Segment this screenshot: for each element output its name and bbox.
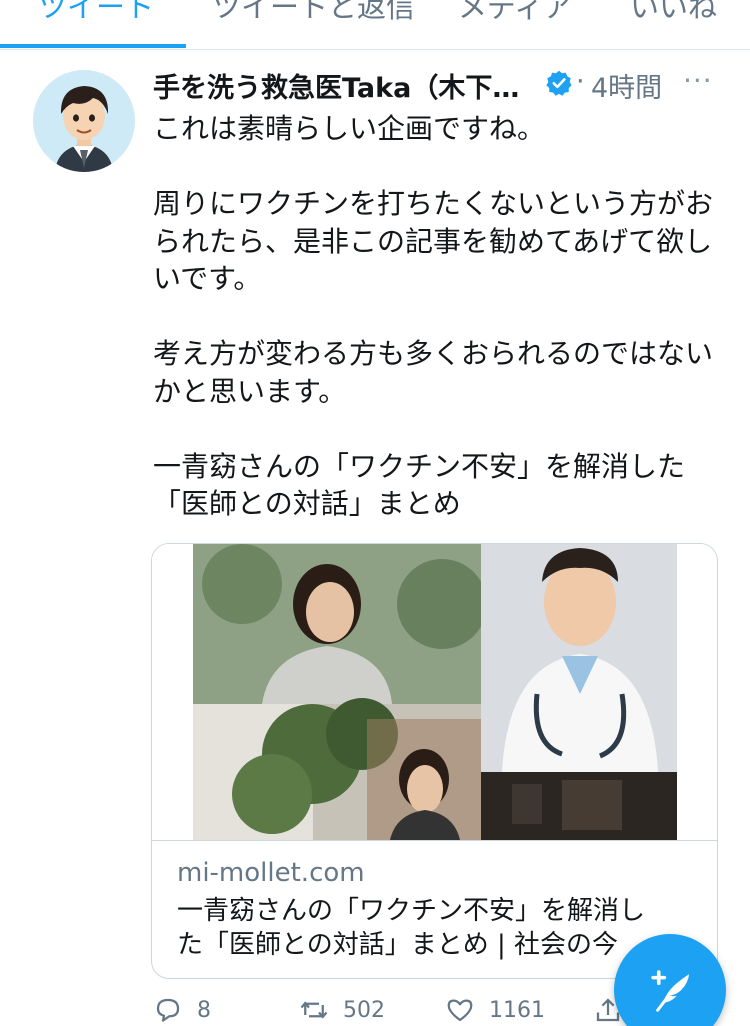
card-image (152, 544, 717, 840)
tweet-text-line: これは素晴らしい企画ですね。 (153, 112, 546, 145)
reply-icon (156, 998, 180, 1022)
tab-tweets-and-replies[interactable]: ツイートと返信 (212, 0, 415, 26)
reply-count: 8 (197, 997, 211, 1023)
tweet-header: 手を洗う救急医Taka（木下… · 4時間 ··· (153, 64, 723, 105)
like-icon (447, 999, 473, 1022)
compose-tweet-icon (651, 970, 690, 1012)
reply-button[interactable]: 8 (153, 990, 211, 1026)
tweet-text-line: 考え方が変わる方も多くおられるのではない (153, 337, 714, 370)
verified-badge-icon (546, 70, 572, 96)
tweet-text-line: いです。 (153, 262, 262, 295)
author-name[interactable]: 手を洗う救急医Taka（木下… (153, 66, 519, 105)
more-icon[interactable]: ··· (683, 64, 713, 97)
card-title-line: た「医師との対話」まとめ | 社会の今 (177, 930, 619, 960)
retweet-count: 502 (343, 997, 385, 1023)
tweet-text-line: られたら、是非この記事を勧めてあげて欲し (153, 224, 713, 258)
like-button[interactable]: 1161 (445, 990, 545, 1026)
header-separator: · (576, 66, 585, 97)
link-preview-card[interactable]: mi-mollet.com 一青窈さんの「ワクチン不安」を解消し た「医師との対… (151, 543, 718, 979)
retweet-icon (300, 1001, 328, 1019)
tweet-text-line: 周りにワクチンを打ちたくないという方がお (153, 187, 714, 220)
tab-media[interactable]: メディア (458, 0, 572, 26)
tweet-text-line: 一青窈さんの「ワクチン不安」を解消した (153, 449, 686, 483)
card-title-line: 一青窈さんの「ワクチン不安」を解消し (177, 896, 646, 926)
active-tab-indicator (0, 44, 186, 48)
card-title: 一青窈さんの「ワクチン不安」を解消し た「医師との対話」まとめ | 社会の今 (177, 894, 697, 962)
tweet-text-line: かと思います。 (153, 374, 347, 408)
card-divider (152, 840, 717, 841)
card-domain: mi-mollet.com (177, 858, 365, 888)
retweet-button[interactable]: 502 (299, 990, 385, 1026)
profile-tabs: ツイート ツイートと返信 メディア いいね (0, 0, 750, 50)
tab-tweets[interactable]: ツイート (38, 0, 154, 26)
tweet-text: これは素晴らしい企画ですね。 周りにワクチンを打ちたくないという方がお られたら… (153, 110, 723, 523)
tab-likes[interactable]: いいね (630, 0, 717, 26)
tweet-timestamp[interactable]: 4時間 (591, 66, 662, 105)
tweet-text-line: 「医師との対話」まとめ (153, 487, 461, 520)
avatar[interactable] (33, 70, 135, 172)
like-count: 1161 (489, 997, 545, 1023)
